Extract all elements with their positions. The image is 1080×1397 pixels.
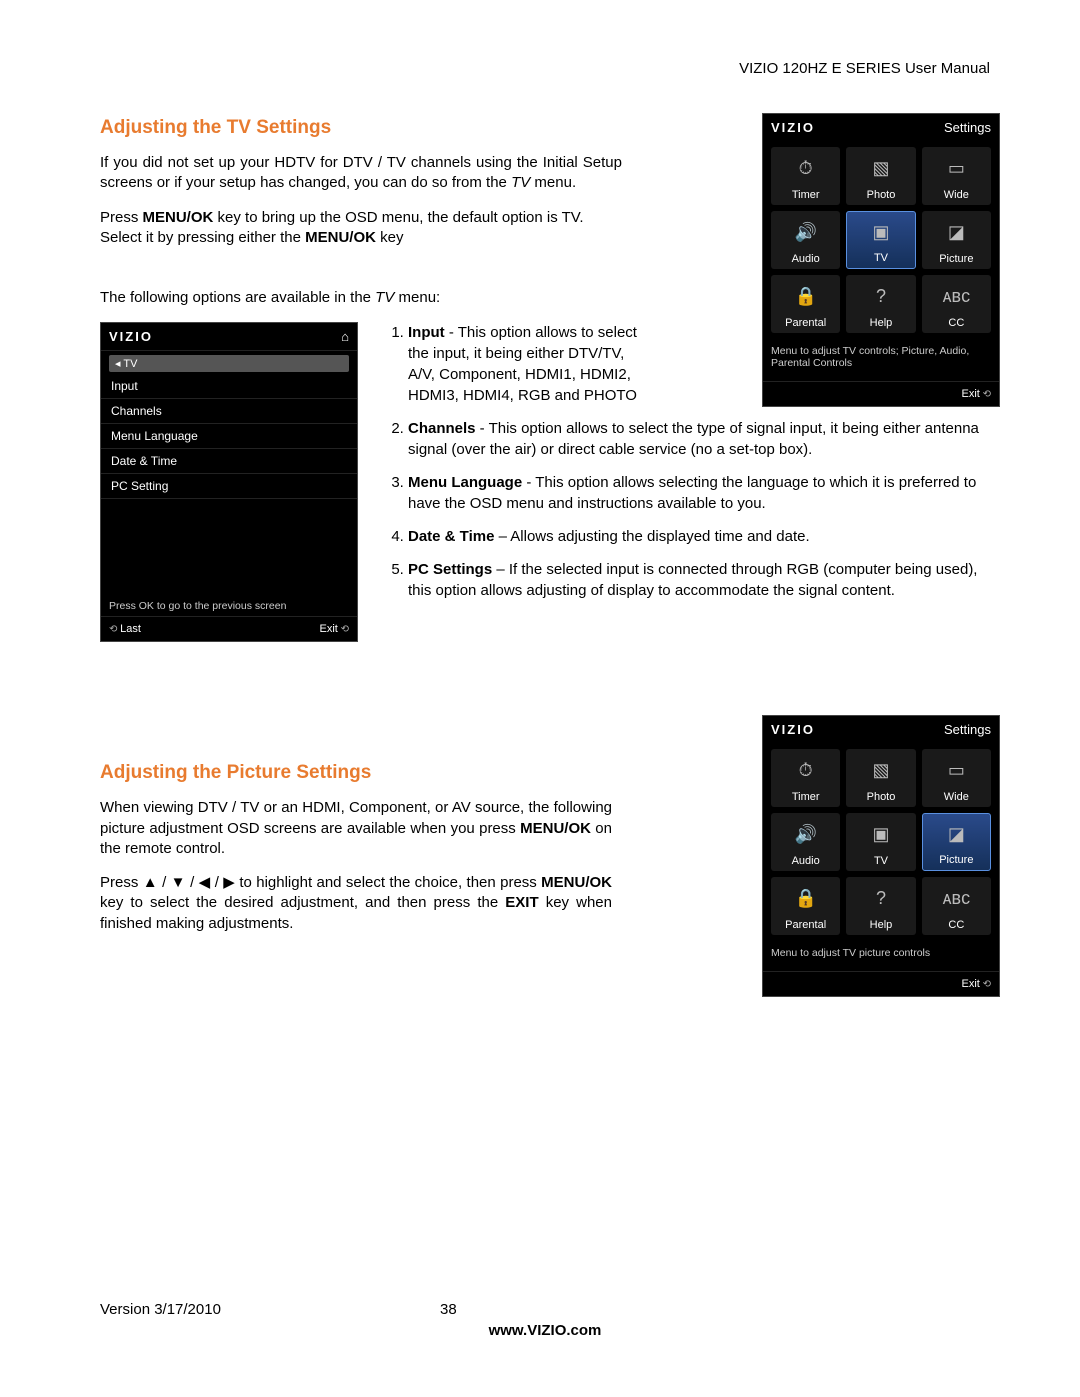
osd-tile-wide: ▭Wide bbox=[922, 749, 991, 807]
osd-item-input: Input bbox=[101, 374, 357, 399]
option-input: Input - This option allows to select the… bbox=[408, 322, 648, 406]
version-text: Version 3/17/2010 bbox=[100, 1301, 440, 1318]
osd-tile-cc: ᴀʙᴄCC bbox=[922, 877, 991, 935]
wide-icon: ▭ bbox=[948, 147, 965, 189]
osd-tile-timer: ⏱Timer bbox=[771, 749, 840, 807]
osd-exit: Exit bbox=[961, 978, 991, 990]
audio-icon: 🔊 bbox=[794, 813, 816, 855]
timer-icon: ⏱ bbox=[799, 147, 813, 189]
option-date-time: Date & Time – Allows adjusting the displ… bbox=[408, 526, 990, 547]
osd-tile-timer: ⏱Timer bbox=[771, 147, 840, 205]
timer-icon: ⏱ bbox=[799, 749, 813, 791]
osd-tile-parental: 🔒Parental bbox=[771, 877, 840, 935]
tv-icon: ▣ bbox=[872, 212, 889, 252]
osd-tile-parental: 🔒Parental bbox=[771, 275, 840, 333]
osd-item-channels: Channels bbox=[101, 399, 357, 424]
help-icon: ? bbox=[876, 877, 886, 919]
osd-tile-help: ?Help bbox=[846, 275, 915, 333]
picture-icon: ◪ bbox=[948, 211, 965, 253]
audio-icon: 🔊 bbox=[794, 211, 816, 253]
home-icon: ⌂ bbox=[341, 329, 349, 344]
osd-settings-grid-picture: VIZIO Settings ⏱Timer ▧Photo ▭Wide 🔊Audi… bbox=[762, 715, 1000, 997]
picture-icon: ◪ bbox=[948, 814, 965, 854]
help-icon: ? bbox=[876, 275, 886, 317]
osd-exit: Exit bbox=[319, 623, 349, 635]
osd-hint: Menu to adjust TV picture controls bbox=[763, 941, 999, 965]
osd-exit: Exit bbox=[961, 388, 991, 400]
option-channels: Channels - This option allows to select … bbox=[408, 418, 990, 460]
osd-item-date-time: Date & Time bbox=[101, 449, 357, 474]
osd-brand: VIZIO bbox=[771, 722, 815, 737]
osd-settings-label: Settings bbox=[944, 120, 991, 135]
osd-tile-help: ?Help bbox=[846, 877, 915, 935]
tv-press-instruction: Press MENU/OK key to bring up the OSD me… bbox=[100, 208, 622, 249]
osd-tile-tv: ▣TV bbox=[846, 813, 915, 871]
photo-icon: ▧ bbox=[872, 147, 889, 189]
lock-icon: 🔒 bbox=[794, 877, 816, 919]
option-menu-language: Menu Language - This option allows selec… bbox=[408, 472, 990, 514]
picture-intro: When viewing DTV / TV or an HDMI, Compon… bbox=[100, 798, 612, 859]
lock-icon: 🔒 bbox=[794, 275, 816, 317]
option-pc-settings: PC Settings – If the selected input is c… bbox=[408, 559, 990, 601]
osd-tile-audio: 🔊Audio bbox=[771, 813, 840, 871]
photo-icon: ▧ bbox=[872, 749, 889, 791]
cc-icon: ᴀʙᴄ bbox=[943, 275, 971, 317]
page-footer: Version 3/17/2010 38 www.VIZIO.com bbox=[100, 1301, 990, 1339]
tv-icon: ▣ bbox=[872, 813, 889, 855]
cc-icon: ᴀʙᴄ bbox=[943, 877, 971, 919]
page-number: 38 bbox=[440, 1301, 457, 1318]
picture-nav-instruction: Press ▲ / ▼ / ◀ / ▶ to highlight and sel… bbox=[100, 873, 612, 934]
osd-hint: Press OK to go to the previous screen bbox=[101, 596, 357, 616]
osd-brand: VIZIO bbox=[109, 329, 153, 344]
osd-tile-picture: ◪Picture bbox=[922, 211, 991, 269]
osd-tile-wide: ▭Wide bbox=[922, 147, 991, 205]
osd-tile-photo: ▧Photo bbox=[846, 749, 915, 807]
osd-brand: VIZIO bbox=[771, 120, 815, 135]
tv-intro: If you did not set up your HDTV for DTV … bbox=[100, 153, 622, 194]
footer-url: www.VIZIO.com bbox=[100, 1322, 990, 1339]
osd-tab-tv: TV bbox=[109, 355, 349, 372]
osd-tile-audio: 🔊Audio bbox=[771, 211, 840, 269]
osd-tile-tv: ▣TV bbox=[846, 211, 915, 269]
osd-tile-photo: ▧Photo bbox=[846, 147, 915, 205]
osd-item-pc-setting: PC Setting bbox=[101, 474, 357, 499]
osd-settings-grid-tv: VIZIO Settings ⏱Timer ▧Photo ▭Wide 🔊Audi… bbox=[762, 113, 1000, 407]
osd-tile-picture: ◪Picture bbox=[922, 813, 991, 871]
osd-item-menu-language: Menu Language bbox=[101, 424, 357, 449]
osd-last: Last bbox=[109, 623, 141, 635]
osd-tv-submenu: VIZIO ⌂ TV Input Channels Menu Language … bbox=[100, 322, 358, 642]
doc-title: VIZIO 120HZ E SERIES User Manual bbox=[100, 60, 990, 77]
osd-hint: Menu to adjust TV controls; Picture, Aud… bbox=[763, 339, 999, 375]
osd-settings-label: Settings bbox=[944, 722, 991, 737]
wide-icon: ▭ bbox=[948, 749, 965, 791]
osd-tile-cc: ᴀʙᴄCC bbox=[922, 275, 991, 333]
